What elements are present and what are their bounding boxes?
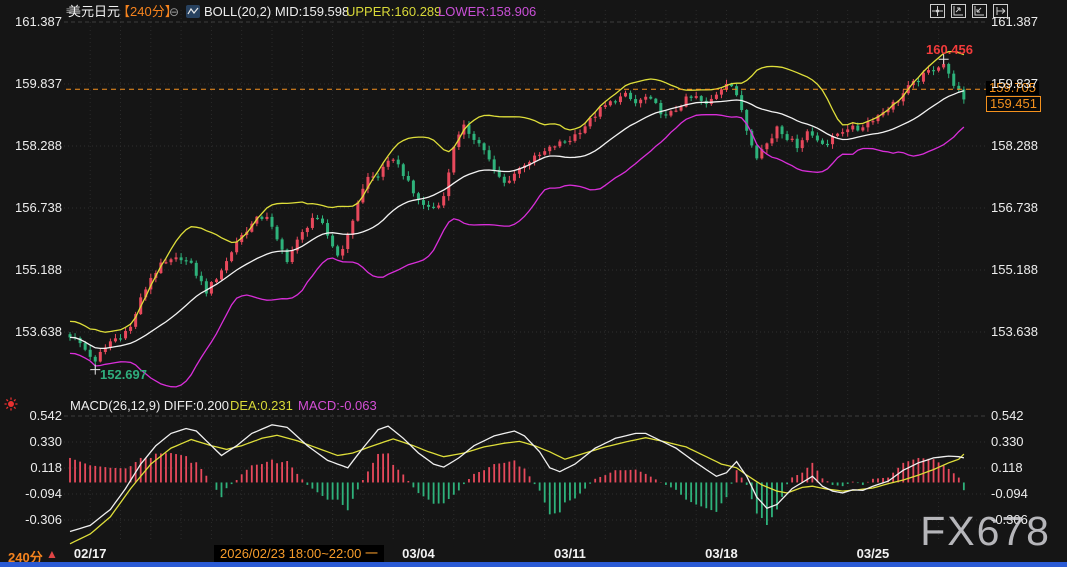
bollinger-mid-line bbox=[70, 91, 964, 349]
macd-axis-label-right: 0.542 bbox=[991, 409, 1024, 423]
y-axis-label-right: 158.288 bbox=[991, 139, 1038, 153]
macd-axis-label-right: 0.330 bbox=[991, 435, 1024, 449]
bottom-bar bbox=[0, 562, 1067, 567]
y-axis-label-right: 153.638 bbox=[991, 325, 1038, 339]
macd-formula: MACD(26,12,9) DIFF:0.200 bbox=[70, 398, 229, 413]
menu-handle-icon[interactable]: ≡ bbox=[66, 7, 72, 17]
bollinger-lower-line bbox=[70, 115, 964, 387]
chart-window: 美元日元 【240分】 ⊖ BOLL(20,2) MID:159.598 UPP… bbox=[0, 0, 1067, 567]
boll-values: BOLL(20,2) MID:159.598 bbox=[204, 4, 349, 20]
x-axis-label: 02/17 bbox=[58, 546, 122, 561]
x-axis-label: 03/04 bbox=[386, 546, 450, 561]
y-axis-label-left: 156.738 bbox=[4, 201, 62, 215]
x-axis-label: 03/18 bbox=[689, 546, 753, 561]
boll-upper-value: UPPER:160.289 bbox=[346, 4, 441, 20]
high-price-annotation: 160.456 bbox=[926, 42, 973, 57]
zoom-out-tool-icon[interactable] bbox=[972, 4, 987, 18]
macd-axis-label-left: -0.094 bbox=[4, 487, 62, 501]
boll-lower-value: LOWER:158.906 bbox=[438, 4, 536, 20]
y-axis-label-left: 159.837 bbox=[4, 77, 62, 91]
collapse-icon[interactable]: ⊖ bbox=[169, 4, 179, 20]
macd-axis-label-left: 0.330 bbox=[4, 435, 62, 449]
macd-series bbox=[70, 425, 964, 544]
macd-diff-line bbox=[70, 425, 964, 532]
footer-up-arrow-icon[interactable]: ▲ bbox=[46, 547, 58, 561]
y-axis-label-right: 155.188 bbox=[991, 263, 1038, 277]
x-axis-label: 03/25 bbox=[841, 546, 905, 561]
y-axis-label-right: 159.837 bbox=[991, 77, 1038, 91]
y-axis-label-left: 153.638 bbox=[4, 325, 62, 339]
y-axis-label-left: 155.188 bbox=[4, 263, 62, 277]
macd-value: MACD:-0.063 bbox=[298, 398, 377, 413]
bollinger-upper-line bbox=[70, 52, 964, 333]
last-price-box: 159.451 bbox=[986, 96, 1041, 112]
low-price-annotation: 152.697 bbox=[100, 367, 147, 382]
candlestick-series bbox=[69, 52, 966, 387]
macd-axis-label-right: -0.094 bbox=[991, 487, 1028, 501]
chart-canvas[interactable] bbox=[0, 0, 1067, 567]
symbol-title: 美元日元 bbox=[68, 4, 120, 20]
brand-watermark: FX678 bbox=[920, 508, 1051, 555]
crosshair-tool-icon[interactable] bbox=[930, 4, 945, 18]
macd-dea-value: DEA:0.231 bbox=[230, 398, 293, 413]
crosshair-date-tooltip: 2026/02/23 18:00~22:00 一 bbox=[214, 545, 384, 562]
macd-axis-label-left: -0.306 bbox=[4, 513, 62, 527]
zoom-in-tool-icon[interactable] bbox=[951, 4, 966, 18]
macd-axis-label-right: 0.118 bbox=[991, 461, 1023, 475]
macd-axis-label-left: 0.542 bbox=[4, 409, 62, 423]
y-axis-label-left: 158.288 bbox=[4, 139, 62, 153]
x-axis-label: 03/11 bbox=[538, 546, 602, 561]
macd-axis-label-left: 0.118 bbox=[4, 461, 62, 475]
y-axis-label-right: 161.387 bbox=[991, 15, 1038, 29]
indicator-chip-icon[interactable] bbox=[186, 5, 200, 18]
y-axis-label-right: 156.738 bbox=[991, 201, 1038, 215]
y-axis-label-left: 161.387 bbox=[4, 15, 62, 29]
